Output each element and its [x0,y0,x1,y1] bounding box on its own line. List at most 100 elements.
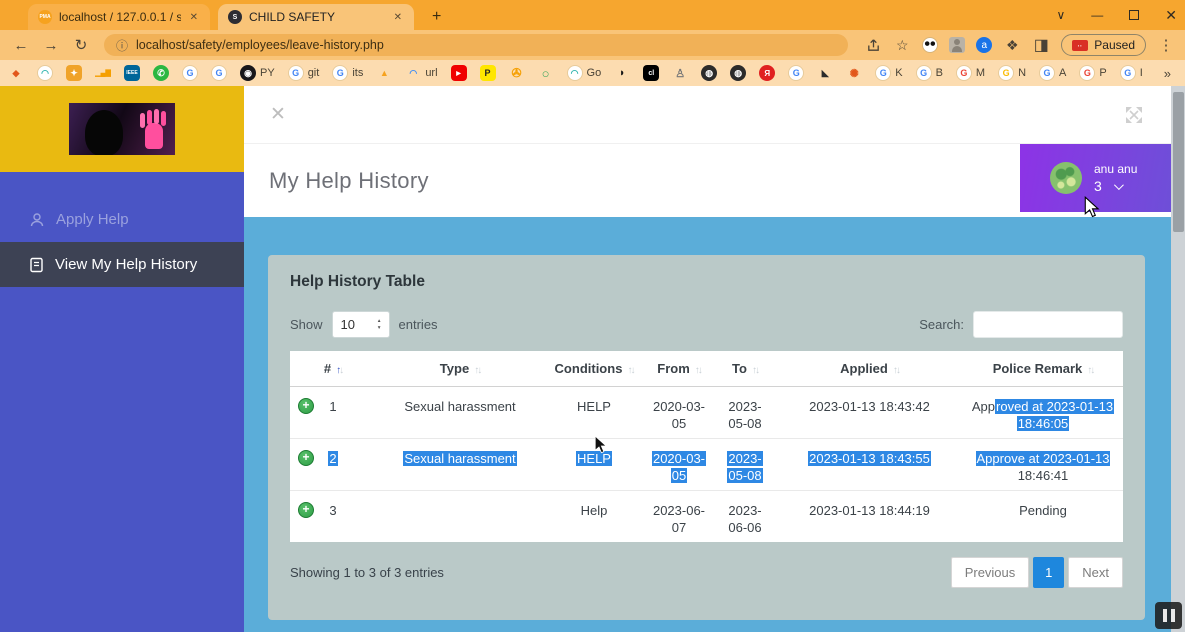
browser-menu-icon[interactable]: ⋮ [1157,36,1175,54]
column-header-type[interactable]: Type↑↓ [376,351,544,386]
extensions-puzzle-icon[interactable]: ❖ [1003,36,1021,54]
tab-search-icon[interactable]: ∨ [1056,8,1065,22]
bookmarks-overflow-icon[interactable]: » [1158,66,1177,81]
bookmark-item-google-n[interactable]: GN [998,65,1026,81]
cell-from: 2020-03-05 [644,386,714,438]
previous-page-button[interactable]: Previous [951,557,1030,588]
panda-extension-icon[interactable] [922,37,938,53]
maximize-button[interactable] [1129,10,1139,20]
bookmark-item-bird[interactable]: ◗ [614,65,630,81]
column-header-remark[interactable]: Police Remark↑↓ [963,351,1123,386]
close-tab-icon[interactable]: ✕ [392,12,404,23]
recording-pause-button[interactable] [1155,602,1182,629]
bookmark-item-google-git[interactable]: Ggit [288,65,320,81]
bookmark-item-camera[interactable]: ✦ [66,65,82,81]
bookmark-star-icon[interactable]: ☆ [893,36,911,54]
page-1-button[interactable]: 1 [1033,557,1064,588]
column-label: From [657,361,690,376]
fullscreen-expand-icon[interactable] [1123,104,1145,126]
bookmark-item-url-shortener[interactable]: ◠url [405,65,437,81]
bookmark-item-google[interactable]: G [788,65,804,81]
sidebar: Apply Help View My Help History [0,86,244,632]
a-extension-icon[interactable]: a [976,37,992,53]
bookmark-item-google-m[interactable]: GM [956,65,985,81]
share-icon[interactable] [864,36,882,54]
sidebar-item-apply-help[interactable]: Apply Help [0,197,244,242]
column-header-to[interactable]: To↑↓ [714,351,776,386]
bookmark-item-google-p[interactable]: GP [1079,65,1106,81]
google-i-favicon: G [1120,65,1136,81]
bookmark-item-google-i[interactable]: GI [1120,65,1143,81]
scrollbar-thumb[interactable] [1173,92,1184,232]
github-favicon: ◉ [240,65,256,81]
close-window-button[interactable]: ✕ [1165,7,1177,24]
profile-extension-icon[interactable] [949,37,965,53]
bookmark-item-google-b[interactable]: GB [916,65,943,81]
bookmark-item-google[interactable]: G [211,65,227,81]
bookmark-item-google[interactable]: G [182,65,198,81]
split-screen-icon[interactable]: ◨ [1032,36,1050,54]
bookmark-item-globe[interactable]: ◍ [701,65,717,81]
site-info-icon[interactable]: ⓘ [116,37,128,54]
close-tab-icon[interactable]: ✕ [188,12,200,23]
address-bar[interactable]: ⓘ localhost/safety/employees/leave-histo… [104,34,848,56]
bookmark-item-analytics[interactable]: ▁▄▇ [95,65,111,81]
bookmark-item-closers[interactable]: cl [643,65,659,81]
entries-select[interactable]: 10 ▴▾ [332,311,390,338]
bookmark-item-godaddy-go[interactable]: ◠Go [567,65,602,81]
table-row[interactable]: +1Sexual harassmentHELP2020-03-052023-05… [290,386,1123,438]
bookmark-item-eye[interactable]: ✺ [846,65,862,81]
column-header-from[interactable]: From↑↓ [644,351,714,386]
bookmark-item-arrow[interactable]: ◆ [8,65,24,81]
bookmark-item-pastebin[interactable]: P [480,65,496,81]
bookmark-item-phpmyadmin[interactable]: ▲ [376,65,392,81]
column-header-applied[interactable]: Applied↑↓ [776,351,963,386]
sort-icon: ↑↓ [1087,365,1093,376]
bookmark-item-prime[interactable]: ◣ [817,65,833,81]
next-page-button[interactable]: Next [1068,557,1123,588]
reload-button[interactable]: ↻ [70,36,92,54]
sidebar-toggle-close-icon[interactable]: ✕ [270,103,286,126]
column-header-cond[interactable]: Conditions↑↓ [544,351,644,386]
bookmark-item-recorder[interactable]: ✇ [509,65,525,81]
expand-row-button[interactable]: + [298,502,314,518]
new-tab-button[interactable]: + [424,8,449,30]
bookmark-item-youtube[interactable]: ▶ [451,65,467,81]
chevron-down-icon[interactable] [1114,180,1124,190]
search-input[interactable] [973,311,1123,338]
bookmark-item-google-a[interactable]: GA [1039,65,1066,81]
expand-row-button[interactable]: + [298,398,314,414]
recorder-paused-pill[interactable]: ▪▪ Paused [1061,34,1146,56]
bookmark-item-ring[interactable]: ○ [538,65,554,81]
minimize-button[interactable]: — [1091,8,1103,22]
bookmark-item-ieee[interactable]: IEEE [124,65,140,81]
page-content: Help History Table Show 10 ▴▾ entries Se… [244,217,1171,632]
browser-tab-phpmyadmin[interactable]: PMA localhost / 127.0.0.1 / safety / tbl… [28,4,210,30]
table-row[interactable]: +3Help2023-06-072023-06-062023-01-13 18:… [290,490,1123,542]
bookmark-item-yandex[interactable]: Я [759,65,775,81]
person-icon [29,212,45,228]
youtube-favicon: ▶ [451,65,467,81]
bird-favicon: ◗ [614,65,630,81]
ieee-favicon: IEEE [124,65,140,81]
table-row[interactable]: +2Sexual harassmentHELP2020-03-052023-05… [290,438,1123,490]
page-title: My Help History [269,168,429,194]
forward-button[interactable]: → [40,37,62,54]
bookmark-item-person[interactable]: ♙ [672,65,688,81]
app-logo[interactable] [0,86,244,172]
sidebar-item-view-history[interactable]: View My Help History [0,242,244,287]
back-button[interactable]: ← [10,37,32,54]
bookmark-label: Go [587,67,602,79]
bookmark-item-whatsapp[interactable]: ✆ [153,65,169,81]
bookmark-item-google-k[interactable]: GK [875,65,902,81]
page-scrollbar[interactable] [1171,86,1185,632]
column-header-num[interactable]: #↑↓ [290,351,376,386]
bookmark-item-github[interactable]: ◉PY [240,65,275,81]
camera-favicon: ✦ [66,65,82,81]
page-header: My Help History anu anu 3 [244,144,1171,217]
bookmark-item-google-its[interactable]: Gits [332,65,363,81]
bookmark-item-globe[interactable]: ◍ [730,65,746,81]
expand-row-button[interactable]: + [298,450,314,466]
browser-tab-child-safety[interactable]: S CHILD SAFETY ✕ [218,4,414,30]
bookmark-item-godaddy[interactable]: ◠ [37,65,53,81]
